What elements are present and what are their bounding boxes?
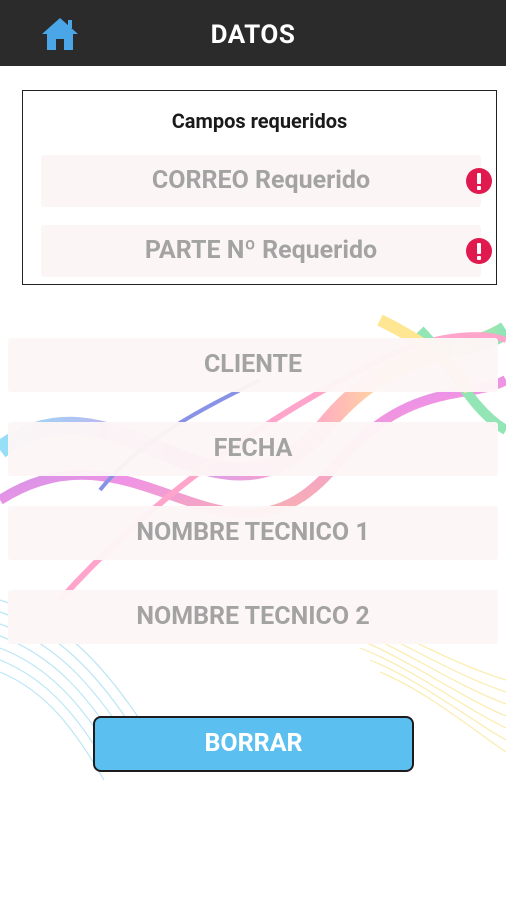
cliente-input[interactable]: CLIENTE xyxy=(8,338,498,392)
nombre-tecnico-1-placeholder: NOMBRE TECNICO 1 xyxy=(136,518,370,547)
required-fields-panel: Campos requeridos CORREO Requerido PARTE… xyxy=(22,90,497,285)
required-item-parte: PARTE Nº Requerido xyxy=(41,225,492,277)
fecha-input[interactable]: FECHA xyxy=(8,422,498,476)
required-fields-title: Campos requeridos xyxy=(171,109,348,133)
app-header: DATOS xyxy=(0,0,506,66)
required-item-label: PARTE Nº Requerido xyxy=(144,236,378,265)
cliente-placeholder: CLIENTE xyxy=(203,350,303,379)
required-item-label: CORREO Requerido xyxy=(151,166,371,195)
fecha-placeholder: FECHA xyxy=(213,434,293,463)
nombre-tecnico-1-input[interactable]: NOMBRE TECNICO 1 xyxy=(8,506,498,560)
nombre-tecnico-2-input[interactable]: NOMBRE TECNICO 2 xyxy=(8,590,498,644)
nombre-tecnico-2-placeholder: NOMBRE TECNICO 2 xyxy=(136,602,370,631)
page-title: DATOS xyxy=(210,20,296,50)
error-icon xyxy=(466,238,492,264)
required-item-correo: CORREO Requerido xyxy=(41,155,492,207)
borrar-button[interactable]: BORRAR xyxy=(93,716,414,772)
error-icon xyxy=(466,168,492,194)
